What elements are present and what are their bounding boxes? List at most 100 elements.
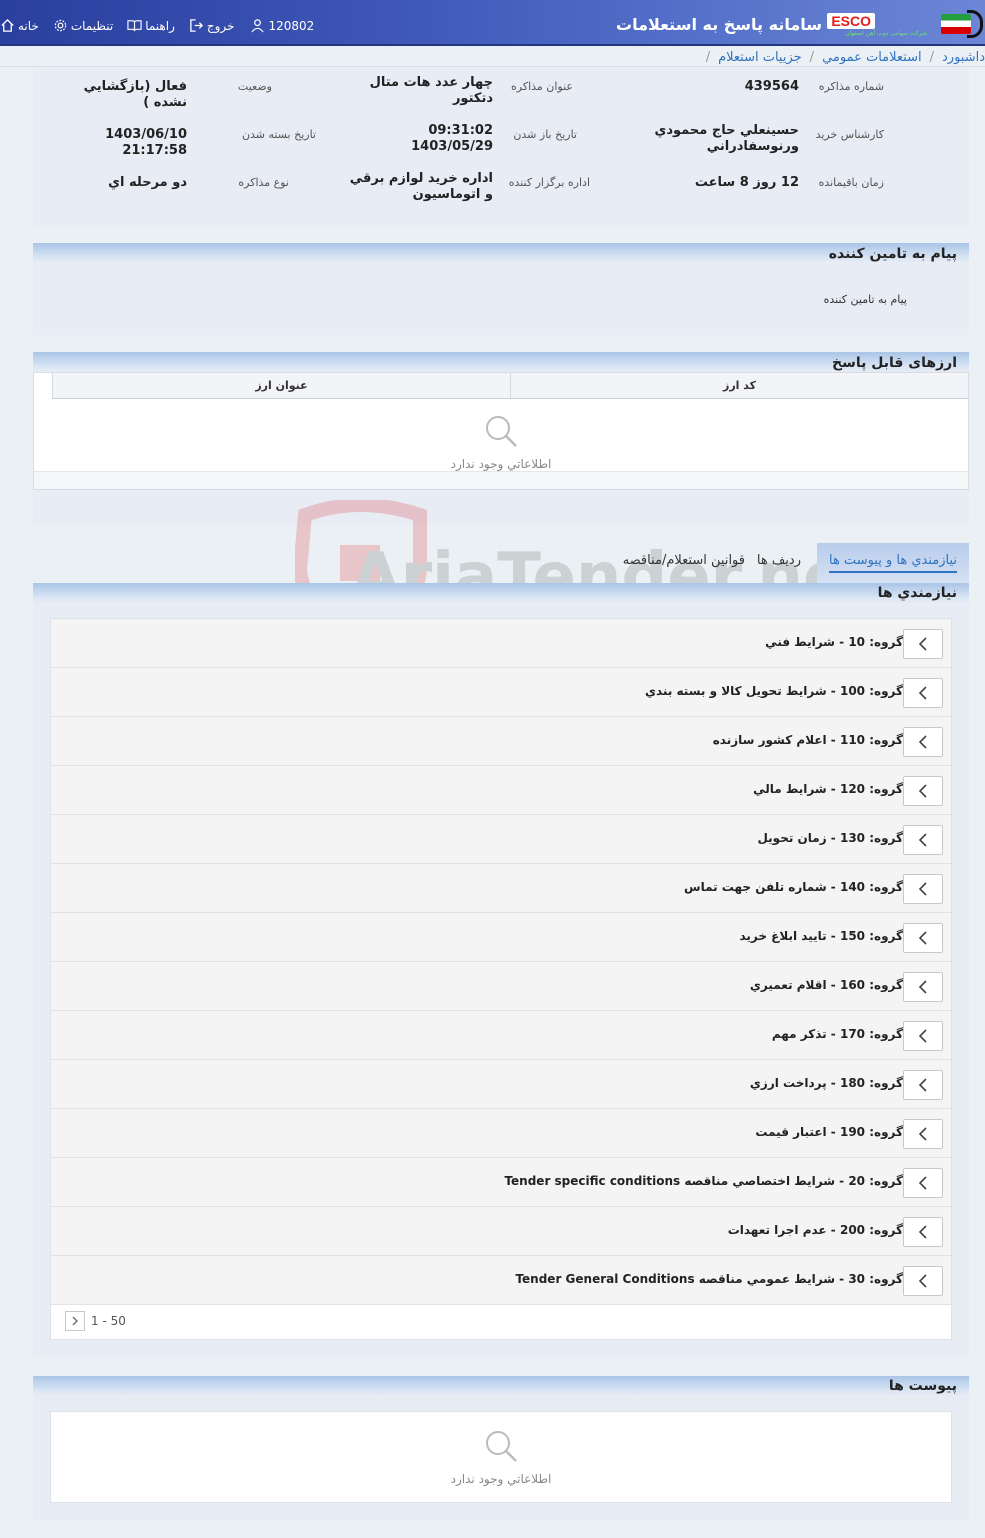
inquiry-summary: شماره مذاکره 439564 کارشناس خريد حسينعلي… bbox=[33, 67, 969, 227]
chevron-left-icon bbox=[918, 1225, 927, 1239]
group-label: گروه: 120 - شرايط مالي bbox=[753, 782, 903, 796]
expand-button[interactable] bbox=[903, 972, 943, 1002]
value-status: فعال (بازگشايي نشده ) bbox=[83, 79, 187, 110]
logout-icon bbox=[190, 19, 203, 32]
label-title: عنوان مذاکره bbox=[511, 80, 573, 93]
tab-requirements-attachments[interactable]: نیازمندي ها و پيوست ها bbox=[817, 543, 969, 583]
expand-button[interactable] bbox=[903, 1168, 943, 1198]
empty-state: اطلاعاتي وجود ندارد bbox=[34, 413, 968, 471]
list-item[interactable]: گروه: 170 - تذكر مهم bbox=[51, 1011, 951, 1060]
page-range: 1 - 50 bbox=[91, 1314, 126, 1328]
currency-panel: ارزهای قابل پاسخ کد ارز عنوان ارز اطلاعا… bbox=[33, 352, 969, 524]
expand-button[interactable] bbox=[903, 1266, 943, 1296]
group-label: گروه: 150 - تاييد ابلاغ خريد bbox=[739, 929, 903, 943]
top-bar: ESCO شرکت سهامی ذوب آهن اصفهان سامانه پا… bbox=[0, 0, 985, 46]
attachments-list: اطلاعاتي وجود ندارد bbox=[50, 1411, 952, 1503]
home-icon bbox=[1, 18, 14, 32]
nav-logout[interactable]: خروج bbox=[189, 18, 235, 33]
list-item[interactable]: گروه: 100 - شرايط تحويل كالا و بسته بندي bbox=[51, 668, 951, 717]
breadcrumb-separator: / bbox=[705, 49, 711, 65]
list-item[interactable]: گروه: 30 - شرايط عمومي مناقصه Tender Gen… bbox=[51, 1256, 951, 1305]
attachments-panel: پیوست ها اطلاعاتي وجود ندارد bbox=[33, 1376, 969, 1521]
list-item[interactable]: گروه: 110 - اعلام كشور سازنده bbox=[51, 717, 951, 766]
list-item[interactable]: گروه: 160 - اقلام تعميري bbox=[51, 962, 951, 1011]
chevron-left-icon bbox=[918, 1078, 927, 1092]
brand-subtitle: شرکت سهامی ذوب آهن اصفهان bbox=[845, 30, 927, 37]
chevron-left-icon bbox=[918, 784, 927, 798]
list-item[interactable]: گروه: 10 - شرايط فني bbox=[51, 619, 951, 668]
panel-title: نیازمندي ها bbox=[877, 585, 957, 601]
chevron-left-icon bbox=[918, 882, 927, 896]
group-label: گروه: 30 - شرايط عمومي مناقصه Tender Gen… bbox=[515, 1272, 903, 1286]
gear-icon bbox=[54, 19, 67, 32]
list-item[interactable]: گروه: 20 - شرايط اختصاصي مناقصه Tender s… bbox=[51, 1158, 951, 1207]
column-header-currency-title[interactable]: عنوان ارز bbox=[52, 373, 510, 398]
column-header-currency-code[interactable]: کد ارز bbox=[510, 373, 968, 398]
table-header: کد ارز عنوان ارز bbox=[52, 373, 968, 399]
nav-settings[interactable]: تنظیمات bbox=[53, 18, 113, 33]
expand-button[interactable] bbox=[903, 825, 943, 855]
expand-button[interactable] bbox=[903, 1070, 943, 1100]
nav-guide[interactable]: راهنما bbox=[127, 18, 175, 33]
panel-title: ارزهای قابل پاسخ bbox=[831, 355, 957, 371]
search-icon bbox=[486, 1431, 517, 1462]
list-item[interactable]: گروه: 200 - عدم اجرا تعهدات bbox=[51, 1207, 951, 1256]
empty-state-text: اطلاعاتي وجود ندارد bbox=[450, 1472, 552, 1486]
supplier-message-panel: پیام به تامین کننده پیام به تامین کننده bbox=[33, 243, 969, 335]
label-remaining: زمان باقيمانده bbox=[818, 176, 884, 189]
group-label: گروه: 190 - اعتبار قيمت bbox=[755, 1125, 903, 1139]
expand-button[interactable] bbox=[903, 1217, 943, 1247]
expand-button[interactable] bbox=[903, 678, 943, 708]
expand-button[interactable] bbox=[903, 1119, 943, 1149]
chevron-left-icon bbox=[918, 637, 927, 651]
breadcrumb-dashboard[interactable]: داشبورد bbox=[942, 50, 985, 65]
list-item[interactable]: گروه: 120 - شرايط مالي bbox=[51, 766, 951, 815]
breadcrumb-inquiry-details[interactable]: جزييات استعلام bbox=[718, 50, 802, 65]
breadcrumb-public-inquiries[interactable]: استعلامات عمومي bbox=[822, 50, 922, 65]
tab-rules[interactable]: قوانین استعلام/مناقصه bbox=[623, 553, 745, 568]
panel-title: پیوست ها bbox=[888, 1378, 957, 1394]
panel-header: پیام به تامین کننده bbox=[33, 243, 969, 263]
user-icon bbox=[251, 19, 265, 33]
chevron-right-icon bbox=[72, 1316, 78, 1326]
group-label: گروه: 100 - شرايط تحويل كالا و بسته بندي bbox=[645, 684, 903, 698]
chevron-left-icon bbox=[918, 686, 927, 700]
search-icon bbox=[486, 416, 517, 447]
group-label: گروه: 180 - پرداخت ارزي bbox=[749, 1076, 903, 1090]
list-item[interactable]: گروه: 190 - اعتبار قيمت bbox=[51, 1109, 951, 1158]
nav-home[interactable]: خانه bbox=[0, 18, 39, 33]
value-title: چهار عدد هات متال دتكتور bbox=[369, 75, 493, 106]
next-page-button[interactable] bbox=[65, 1311, 85, 1331]
tab-label: نیازمندي ها و پيوست ها bbox=[828, 553, 958, 573]
expand-button[interactable] bbox=[903, 727, 943, 757]
detail-tabs: نیازمندي ها و پيوست ها رديف ها قوانین اس… bbox=[33, 543, 969, 583]
expand-button[interactable] bbox=[903, 629, 943, 659]
panel-header: پیوست ها bbox=[33, 1376, 969, 1396]
tab-rows[interactable]: رديف ها bbox=[757, 553, 801, 568]
panel-header: نیازمندي ها bbox=[33, 583, 969, 603]
chevron-left-icon bbox=[918, 1127, 927, 1141]
requirement-groups-list: گروه: 10 - شرايط فني گروه: 100 - شرايط ت… bbox=[50, 618, 952, 1340]
currency-table: کد ارز عنوان ارز اطلاعاتي وجود ندارد bbox=[33, 372, 969, 490]
nav-guide-label: راهنما bbox=[145, 18, 175, 33]
list-item[interactable]: گروه: 130 - زمان تحويل bbox=[51, 815, 951, 864]
breadcrumb-separator: / bbox=[809, 49, 815, 65]
list-item[interactable]: گروه: 150 - تاييد ابلاغ خريد bbox=[51, 913, 951, 962]
nav-user[interactable]: 120802 bbox=[248, 18, 314, 33]
chevron-left-icon bbox=[918, 931, 927, 945]
group-label: گروه: 20 - شرايط اختصاصي مناقصه Tender s… bbox=[504, 1174, 903, 1188]
chevron-left-icon bbox=[918, 980, 927, 994]
nav-logout-label: خروج bbox=[206, 18, 235, 33]
list-item[interactable]: گروه: 140 - شماره تلفن جهت تماس bbox=[51, 864, 951, 913]
expand-button[interactable] bbox=[903, 874, 943, 904]
expand-button[interactable] bbox=[903, 776, 943, 806]
expand-button[interactable] bbox=[903, 923, 943, 953]
chevron-left-icon bbox=[918, 735, 927, 749]
value-close-date: 1403/06/10 21:17:58 bbox=[105, 127, 187, 158]
nav-settings-label: تنظیمات bbox=[70, 18, 114, 33]
value-open-date: 09:31:02 1403/05/29 bbox=[411, 123, 493, 154]
expand-button[interactable] bbox=[903, 1021, 943, 1051]
list-item[interactable]: گروه: 180 - پرداخت ارزي bbox=[51, 1060, 951, 1109]
company-logo bbox=[933, 6, 985, 42]
app-title: سامانه پاسخ به استعلامات bbox=[616, 15, 822, 34]
